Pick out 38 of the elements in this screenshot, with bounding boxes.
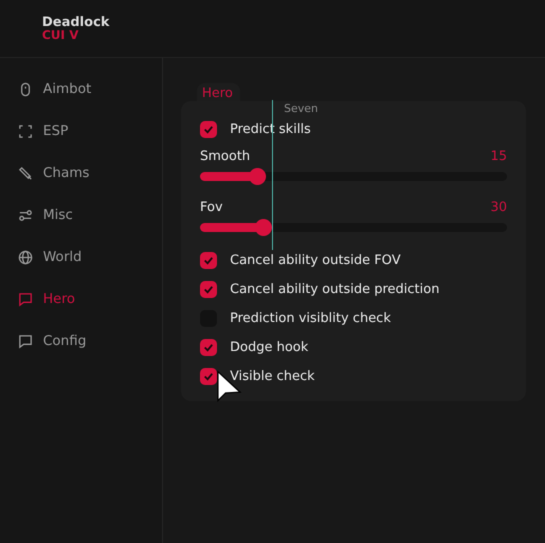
checkbox[interactable] — [200, 121, 217, 138]
sidebar-item[interactable]: Hero — [0, 278, 162, 320]
chat-bubble-icon — [18, 334, 33, 348]
checkbox-label: Visible check — [230, 369, 315, 384]
sliders-icon — [18, 208, 33, 222]
sidebar-item[interactable]: ESP — [0, 110, 162, 152]
slider-thumb[interactable] — [255, 219, 272, 236]
slider-value: 30 — [490, 200, 507, 215]
mouse-icon — [18, 82, 33, 96]
sidebar-item[interactable]: Aimbot — [0, 68, 162, 110]
checkmark-icon — [203, 342, 214, 353]
frame-icon — [18, 124, 33, 138]
slider-label: Fov — [200, 200, 223, 215]
hover-label: Seven — [284, 102, 318, 115]
checkbox-label: Cancel ability outside prediction — [230, 282, 440, 297]
slider-label: Smooth — [200, 149, 250, 164]
checkbox-label: Cancel ability outside FOV — [230, 253, 401, 268]
slider-thumb[interactable] — [249, 168, 266, 185]
checkbox[interactable] — [200, 281, 217, 298]
chat-bubble-icon — [18, 292, 33, 306]
sidebar-item[interactable]: Chams — [0, 152, 162, 194]
brush-icon — [18, 166, 33, 180]
logo-subtitle: CUI V — [42, 29, 80, 41]
checkbox-label: Dodge hook — [230, 340, 308, 355]
sidebar-item[interactable]: World — [0, 236, 162, 278]
checkmark-icon — [203, 124, 214, 135]
logo-title: Deadlock — [42, 16, 110, 29]
sidebar-item[interactable]: Misc — [0, 194, 162, 236]
checkbox[interactable] — [200, 339, 217, 356]
checkmark-icon — [203, 284, 214, 295]
sidebar-item[interactable]: Config — [0, 320, 162, 362]
checkbox-label: Prediction visiblity check — [230, 311, 391, 326]
checkmark-icon — [203, 255, 214, 266]
slider-value: 15 — [490, 149, 507, 164]
checkbox[interactable] — [200, 368, 217, 385]
checkbox[interactable] — [200, 252, 217, 269]
globe-icon — [18, 250, 33, 264]
checkmark-icon — [203, 371, 214, 382]
